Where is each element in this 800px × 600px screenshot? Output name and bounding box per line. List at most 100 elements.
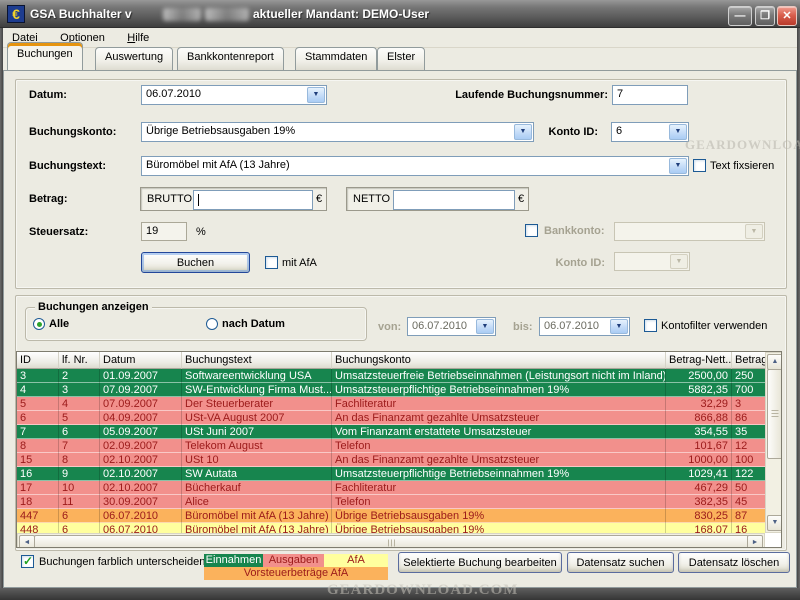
table-cell: SW Autata <box>182 467 332 481</box>
close-button[interactable]: ✕ <box>777 6 797 26</box>
legend-afa: AfA <box>324 554 388 567</box>
table-row[interactable]: 8702.09.2007Telekom AugustTelefon101,671… <box>17 439 766 453</box>
table-cell: 1029,41 <box>666 467 732 481</box>
table-row[interactable]: 4307.09.2007SW-Entwicklung Firma Must...… <box>17 383 766 397</box>
buchungstext-label: Buchungstext: <box>29 160 106 172</box>
tab-elster[interactable]: Elster <box>377 47 425 70</box>
radio-alle[interactable] <box>33 318 45 330</box>
table-cell: 9 <box>59 467 100 481</box>
redacted-version <box>163 8 201 21</box>
table-cell: Softwareentwicklung USA <box>182 369 332 383</box>
horizontal-scrollbar[interactable]: ◄ ► <box>17 533 765 548</box>
table-cell: 4 <box>59 397 100 411</box>
bankkonto-combobox: ▼ <box>614 222 765 241</box>
datensatz-suchen-button[interactable]: Datensatz suchen <box>567 552 674 573</box>
chevron-down-icon[interactable]: ▼ <box>669 158 687 174</box>
table-row[interactable]: 15802.10.2007USt 10An das Finanzamt geza… <box>17 453 766 467</box>
table-cell: Telefon <box>332 495 666 509</box>
horizontal-scroll-thumb[interactable] <box>34 535 749 548</box>
mit-afa-checkbox[interactable] <box>265 256 278 269</box>
buchen-button[interactable]: Buchen <box>141 252 250 273</box>
netto-input[interactable] <box>393 190 515 210</box>
column-header[interactable]: Buchungskonto <box>332 352 666 369</box>
tab-stammdaten[interactable]: Stammdaten <box>295 47 377 70</box>
bookings-table: IDlf. Nr.DatumBuchungstextBuchungskontoB… <box>16 351 782 548</box>
table-cell: 35 <box>732 425 766 439</box>
table-row[interactable]: 16902.10.2007SW AutataUmsatzsteuerpflich… <box>17 467 766 481</box>
vertical-scrollbar[interactable]: ▲ ▼ <box>765 352 782 533</box>
bis-label: bis: <box>513 321 533 333</box>
table-row[interactable]: 448606.07.2010Büromöbel mit AfA (13 Jahr… <box>17 523 766 533</box>
column-header[interactable]: ID <box>17 352 59 369</box>
tab-buchungen[interactable]: Buchungen <box>7 42 83 70</box>
table-row[interactable]: 3201.09.2007Softwareentwicklung USAUmsat… <box>17 369 766 383</box>
table-cell: Umsatzsteuerpflichtige Betriebseinnahmen… <box>332 467 666 481</box>
table-cell: 15 <box>17 453 59 467</box>
text-fixieren-checkbox[interactable] <box>693 159 706 172</box>
von-datum-combobox[interactable]: 06.07.2010▼ <box>407 317 496 336</box>
steuersatz-input[interactable]: 19 <box>141 222 187 241</box>
table-cell: 467,29 <box>666 481 732 495</box>
scroll-down-icon[interactable]: ▼ <box>767 515 782 531</box>
maximize-button[interactable]: ❐ <box>755 6 775 26</box>
vertical-scroll-thumb[interactable] <box>767 369 782 459</box>
table-cell: Übrige Betriebsausgaben 19% <box>332 509 666 523</box>
table-cell: 7 <box>59 439 100 453</box>
chevron-down-icon[interactable]: ▼ <box>307 87 325 103</box>
menu-bar: Datei Optionen Hilfe <box>3 28 797 48</box>
buchungstext-combobox[interactable]: Büromöbel mit AfA (13 Jahre)▼ <box>141 156 689 176</box>
selektierte-buchung-bearbeiten-button[interactable]: Selektierte Buchung bearbeiten <box>398 552 562 573</box>
datum-combobox[interactable]: 06.07.2010▼ <box>141 85 327 105</box>
table-row[interactable]: 181130.09.2007AliceTelefon382,3545 <box>17 495 766 509</box>
current-mandant-label: aktueller Mandant: DEMO-User <box>253 7 429 21</box>
kontofilter-checkbox[interactable] <box>644 319 657 332</box>
datensatz-loeschen-button[interactable]: Datensatz löschen <box>678 552 790 573</box>
table-cell: 5882,35 <box>666 383 732 397</box>
scroll-right-icon[interactable]: ► <box>747 535 763 548</box>
farblich-checkbox[interactable] <box>21 555 34 568</box>
table-row[interactable]: 447606.07.2010Büromöbel mit AfA (13 Jahr… <box>17 509 766 523</box>
buchungskonto-combobox[interactable]: Übrige Betriebsausgaben 19%▼ <box>141 122 534 142</box>
konto-id2-combobox: ▼ <box>614 252 690 271</box>
radio-nach-datum[interactable] <box>206 318 218 330</box>
bis-datum-combobox[interactable]: 06.07.2010▼ <box>539 317 630 336</box>
table-cell: 87 <box>732 509 766 523</box>
konto-id-combobox[interactable]: 6▼ <box>611 122 689 142</box>
column-header[interactable]: Betrag <box>732 352 766 369</box>
anzeigen-group-label: Buchungen anzeigen <box>35 301 152 313</box>
chevron-down-icon[interactable]: ▼ <box>610 319 628 334</box>
column-header[interactable]: Datum <box>100 352 182 369</box>
minimize-button[interactable]: — <box>728 6 752 26</box>
tab-auswertung[interactable]: Auswertung <box>95 47 173 70</box>
watermark: GEARDOWNLOAD.COM <box>685 137 800 153</box>
legend-ausgaben: Ausgaben <box>263 554 324 567</box>
table-row[interactable]: 5407.09.2007Der SteuerberaterFachliterat… <box>17 397 766 411</box>
table-cell: 100 <box>732 453 766 467</box>
scroll-up-icon[interactable]: ▲ <box>767 354 782 370</box>
table-row[interactable]: 6504.09.2007USt-VA August 2007An das Fin… <box>17 411 766 425</box>
table-cell: 06.07.2010 <box>100 523 182 533</box>
table-cell: Büromöbel mit AfA (13 Jahre) <box>182 509 332 523</box>
konto-id2-label: Konto ID: <box>485 257 605 269</box>
chevron-down-icon[interactable]: ▼ <box>476 319 494 334</box>
laufende-buchungsnummer-label: Laufende Buchungsnummer: <box>441 89 608 101</box>
table-cell: 01.09.2007 <box>100 369 182 383</box>
column-header[interactable]: Betrag-Nett... <box>666 352 732 369</box>
table-cell: USt Juni 2007 <box>182 425 332 439</box>
chevron-down-icon: ▼ <box>670 254 688 269</box>
table-cell: 3 <box>17 369 59 383</box>
table-row[interactable]: 7605.09.2007USt Juni 2007Vom Finanzamt e… <box>17 425 766 439</box>
column-header[interactable]: Buchungstext <box>182 352 332 369</box>
scroll-left-icon[interactable]: ◄ <box>19 535 35 548</box>
table-cell: 6 <box>59 425 100 439</box>
konto-id-label: Konto ID: <box>478 126 598 138</box>
tab-bankkontenreport[interactable]: Bankkontenreport <box>177 47 284 70</box>
table-cell: Telefon <box>332 439 666 453</box>
table-cell: 5 <box>17 397 59 411</box>
brutto-input[interactable] <box>193 190 313 210</box>
menu-hilfe[interactable]: Hilfe <box>118 29 158 44</box>
bankkonto-checkbox[interactable] <box>525 224 538 237</box>
column-header[interactable]: lf. Nr. <box>59 352 100 369</box>
laufende-buchungsnummer-input[interactable]: 7 <box>612 85 688 105</box>
table-row[interactable]: 171002.10.2007BücherkaufFachliteratur467… <box>17 481 766 495</box>
